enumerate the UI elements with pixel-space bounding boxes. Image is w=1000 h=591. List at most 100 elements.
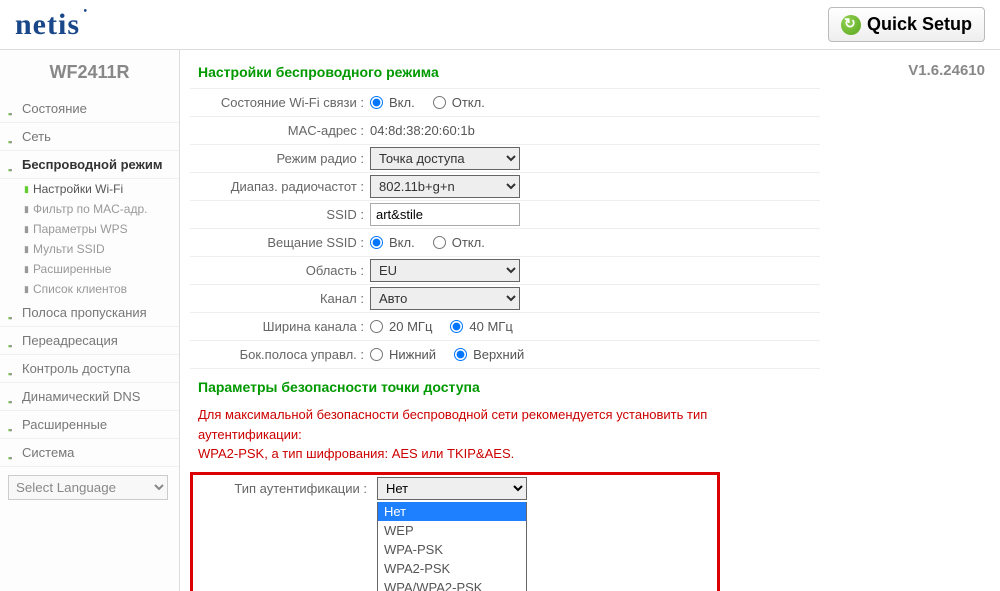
radio-label: Откл.: [452, 95, 485, 110]
bullet-icon: [8, 133, 16, 141]
subnav-label: Фильтр по MAC-адр.: [33, 202, 148, 216]
nav-label: Динамический DNS: [22, 389, 140, 404]
bullet-icon: [8, 393, 16, 401]
radio-wifi-off[interactable]: Откл.: [433, 95, 485, 110]
radio-label: 40 МГц: [469, 319, 512, 334]
main-content: Настройки беспроводного режима Состояние…: [180, 50, 830, 591]
nav-label: Переадресация: [22, 333, 118, 348]
label-region: Область :: [190, 263, 370, 278]
subnav-multi-ssid[interactable]: ▮Мульти SSID: [20, 239, 179, 259]
subnav-wifi-settings[interactable]: ▮Настройки Wi-Fi: [20, 179, 179, 199]
model-label: WF2411R: [0, 50, 179, 95]
subnav-label: Мульти SSID: [33, 242, 105, 256]
bullet-icon: [8, 337, 16, 345]
security-warning: Для максимальной безопасности беспроводн…: [190, 401, 820, 468]
quick-setup-label: Quick Setup: [867, 14, 972, 35]
auth-option-wpa-wpa2-psk[interactable]: WPA/WPA2-PSK: [378, 578, 526, 591]
subnav-mac-filter[interactable]: ▮Фильтр по MAC-адр.: [20, 199, 179, 219]
radio-input[interactable]: [370, 348, 383, 361]
page-title: Настройки беспроводного режима: [190, 50, 820, 88]
nav-label: Состояние: [22, 101, 87, 116]
channel-select[interactable]: Авто: [370, 287, 520, 310]
radio-label: Откл.: [452, 235, 485, 250]
radio-input[interactable]: [433, 236, 446, 249]
bullet-icon: ▮: [24, 224, 29, 235]
auth-type-select[interactable]: Нет: [377, 477, 527, 500]
subnav-client-list[interactable]: ▮ Список клиентов: [20, 279, 179, 299]
security-section-title: Параметры безопасности точки доступа: [190, 368, 820, 401]
nav-label: Полоса пропускания: [22, 305, 147, 320]
subnav-advanced[interactable]: ▮ Расширенные: [20, 259, 179, 279]
bullet-icon: [8, 421, 16, 429]
radio-input[interactable]: [370, 320, 383, 333]
nav-forwarding[interactable]: Переадресация: [0, 327, 179, 355]
radio-mode-select[interactable]: Точка доступа: [370, 147, 520, 170]
subnav-label: Параметры WPS: [33, 222, 128, 236]
label-broadcast: Вещание SSID :: [190, 235, 370, 250]
mac-value: 04:8d:38:20:60:1b: [370, 123, 475, 138]
radio-input[interactable]: [370, 96, 383, 109]
logo: netis: [15, 8, 80, 42]
band-select[interactable]: 802.11b+g+n: [370, 175, 520, 198]
radio-broadcast-on[interactable]: Вкл.: [370, 235, 415, 250]
label-width: Ширина канала :: [190, 319, 370, 334]
region-select[interactable]: EU: [370, 259, 520, 282]
radio-input[interactable]: [450, 320, 463, 333]
radio-label: Верхний: [473, 347, 524, 362]
radio-broadcast-off[interactable]: Откл.: [433, 235, 485, 250]
radio-label: 20 МГц: [389, 319, 432, 334]
auth-highlight-box: Тип аутентификации : Нет Нет WEP WPA-PSK…: [190, 472, 720, 591]
refresh-icon: [841, 15, 861, 35]
warning-line2: WPA2-PSK, а тип шифрования: AES или TKIP…: [198, 446, 514, 461]
label-sideband: Бок.полоса управл. :: [190, 347, 370, 362]
label-radio-mode: Режим радио :: [190, 151, 370, 166]
quick-setup-button[interactable]: Quick Setup: [828, 7, 985, 42]
bullet-icon: [8, 105, 16, 113]
bullet-icon: [8, 309, 16, 317]
bullet-icon: ▮: [24, 284, 29, 295]
label-ssid: SSID :: [190, 207, 370, 222]
nav-bandwidth[interactable]: Полоса пропускания: [0, 299, 179, 327]
ssid-input[interactable]: [370, 203, 520, 226]
bullet-icon: ▮: [24, 264, 29, 275]
auth-option-wpa-psk[interactable]: WPA-PSK: [378, 540, 526, 559]
bullet-icon: [8, 365, 16, 373]
auth-dropdown-list[interactable]: Нет WEP WPA-PSK WPA2-PSK WPA/WPA2-PSK: [377, 502, 527, 591]
label-band: Диапаз. радиочастот :: [190, 179, 370, 194]
subnav-label: Список клиентов: [33, 282, 127, 296]
nav-access-control[interactable]: Контроль доступа: [0, 355, 179, 383]
nav-system[interactable]: Система: [0, 439, 179, 467]
warning-line1: Для максимальной безопасности беспроводн…: [198, 407, 707, 442]
auth-option-none[interactable]: Нет: [378, 502, 526, 521]
subnav-label: Расширенные: [33, 262, 112, 276]
radio-width-40[interactable]: 40 МГц: [450, 319, 512, 334]
label-auth-type: Тип аутентификации :: [193, 481, 373, 496]
radio-wifi-on[interactable]: Вкл.: [370, 95, 415, 110]
nav-wireless[interactable]: Беспроводной режим: [0, 151, 179, 179]
auth-option-wpa2-psk[interactable]: WPA2-PSK: [378, 559, 526, 578]
radio-label: Вкл.: [389, 235, 415, 250]
firmware-version: V1.6.24610: [830, 50, 1000, 591]
radio-input[interactable]: [433, 96, 446, 109]
subnav-wps[interactable]: ▮ Параметры WPS: [20, 219, 179, 239]
subnav: ▮Настройки Wi-Fi ▮Фильтр по MAC-адр. ▮Па…: [0, 179, 179, 299]
nav-label: Система: [22, 445, 74, 460]
auth-option-wep[interactable]: WEP: [378, 521, 526, 540]
radio-width-20[interactable]: 20 МГц: [370, 319, 432, 334]
nav-label: Сеть: [22, 129, 51, 144]
nav-status[interactable]: Состояние: [0, 95, 179, 123]
language-select[interactable]: Select Language: [8, 475, 168, 500]
nav-advanced[interactable]: Расширенные: [0, 411, 179, 439]
nav-network[interactable]: Сеть: [0, 123, 179, 151]
radio-label: Нижний: [389, 347, 436, 362]
label-channel: Канал :: [190, 291, 370, 306]
radio-input[interactable]: [454, 348, 467, 361]
radio-sideband-upper[interactable]: Верхний: [454, 347, 524, 362]
radio-input[interactable]: [370, 236, 383, 249]
label-wifi-state: Состояние Wi-Fi связи :: [190, 95, 370, 110]
subnav-label: Настройки Wi-Fi: [33, 182, 123, 196]
radio-sideband-lower[interactable]: Нижний: [370, 347, 436, 362]
bullet-icon: [8, 449, 16, 457]
nav-ddns[interactable]: Динамический DNS: [0, 383, 179, 411]
nav-label: Беспроводной режим: [22, 157, 162, 172]
